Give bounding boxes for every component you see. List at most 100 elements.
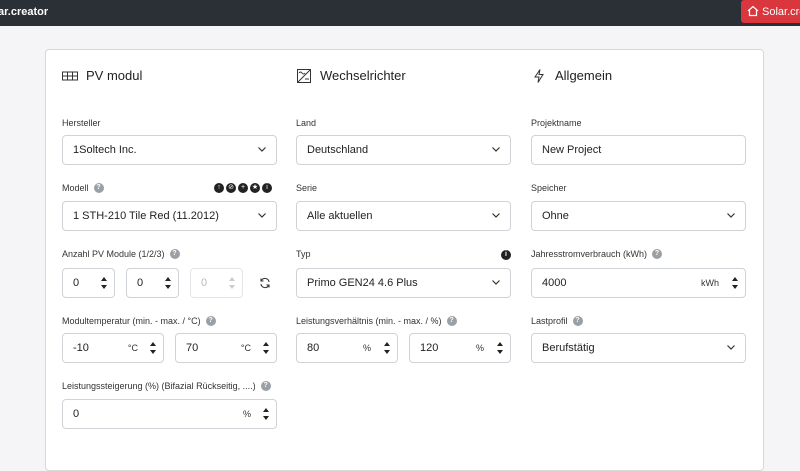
spinner-icon[interactable] (164, 274, 172, 292)
hersteller-label: Hersteller (62, 118, 101, 128)
info-icon[interactable]: i (262, 183, 272, 193)
chevron-down-icon (492, 147, 500, 152)
typ-select[interactable]: Primo GEN24 4.6 Plus (296, 268, 511, 298)
serie-label: Serie (296, 183, 318, 193)
anzahl-help-icon[interactable]: ? (169, 249, 180, 259)
chevron-down-icon (492, 280, 500, 285)
speicher-label: Speicher (531, 183, 567, 193)
hersteller-select[interactable]: 1Soltech Inc. (62, 135, 277, 165)
ratio-min-unit: % (362, 343, 371, 353)
spinner-icon[interactable] (262, 405, 270, 423)
spinner-icon[interactable] (383, 339, 391, 357)
spinner-icon[interactable] (149, 339, 157, 357)
lastprofil-label-text: Lastprofil (531, 316, 568, 326)
gain-value: 0 (73, 408, 80, 420)
section-title-pv-label: PV modul (86, 68, 143, 83)
ratio-label: Leistungsverhältnis (min. - max. / %) ? (296, 316, 457, 326)
projekt-value: New Project (542, 144, 602, 156)
ratio-max-value: 120 (420, 342, 439, 354)
land-label: Land (296, 118, 317, 128)
gain-unit: % (242, 409, 251, 419)
lastprofil-label: Lastprofil ? (531, 316, 583, 326)
modell-value: 1 STH-210 Tile Red (11.2012) (73, 210, 219, 222)
lastprofil-value: Berufstätig (542, 342, 595, 354)
brand-logo[interactable]: ar.creator (0, 6, 48, 18)
verbrauch-value: 4000 (542, 277, 567, 289)
chevron-down-icon (727, 345, 735, 350)
home-icon (747, 5, 759, 17)
chevron-down-icon (258, 213, 266, 218)
section-title-inverter-label: Wechselrichter (320, 68, 406, 83)
verbrauch-label: Jahresstromverbrauch (kWh) ? (531, 249, 663, 259)
spinner-icon[interactable] (262, 339, 270, 357)
spinner-icon (229, 277, 235, 289)
anzahl-label-text: Anzahl PV Module (1/2/3) (62, 249, 165, 259)
speicher-value: Ohne (542, 210, 569, 222)
add-icon[interactable]: + (238, 183, 248, 193)
upload-icon[interactable]: ↑ (214, 183, 224, 193)
verbrauch-input[interactable]: 4000 kWh (531, 268, 746, 298)
chevron-down-icon (727, 213, 735, 218)
temp-min-input[interactable]: -10 °C (62, 333, 164, 363)
section-title-general-label: Allgemein (555, 68, 613, 83)
chevron-down-icon (492, 213, 500, 218)
star-icon[interactable]: ★ (250, 183, 260, 193)
spinner-icon[interactable] (496, 339, 504, 357)
gain-help-icon[interactable]: ? (260, 381, 271, 391)
anzahl-input-3: 0 (190, 268, 243, 298)
temp-max-input[interactable]: 70 °C (175, 333, 277, 363)
ratio-label-text: Leistungsverhältnis (min. - max. / %) (296, 316, 442, 326)
modell-label: Modell ? (62, 183, 104, 193)
typ-value: Primo GEN24 4.6 Plus (307, 277, 418, 289)
land-select[interactable]: Deutschland (296, 135, 511, 165)
projekt-input[interactable]: New Project (531, 135, 746, 165)
serie-select[interactable]: Alle aktuellen (296, 201, 511, 231)
typ-info-icon[interactable]: i (501, 250, 511, 260)
gain-input[interactable]: 0 % (62, 399, 277, 429)
verbrauch-label-text: Jahresstromverbrauch (kWh) (531, 249, 648, 259)
temp-label-text: Modultemperatur (min. - max. / °C) (62, 316, 201, 326)
chevron-down-icon (258, 147, 266, 152)
home-button-label: Solar.crea (762, 6, 800, 18)
land-value: Deutschland (307, 144, 369, 156)
section-title-general: Allgemein (531, 68, 612, 83)
anzahl-value-1: 0 (73, 277, 80, 289)
anzahl-label: Anzahl PV Module (1/2/3) ? (62, 249, 180, 259)
temp-label: Modultemperatur (min. - max. / °C) ? (62, 316, 216, 326)
model-actions: ↑ ⊘ + ★ i (214, 183, 272, 193)
lightning-icon (534, 68, 544, 83)
block-icon[interactable]: ⊘ (226, 183, 236, 193)
typ-label: Typ (296, 249, 311, 259)
top-navbar: ar.creator Solar.crea (0, 0, 800, 26)
section-title-pv: PV modul (62, 68, 142, 83)
inverter-icon (297, 68, 311, 83)
ratio-help-icon[interactable]: ? (446, 316, 457, 326)
temp-min-value: -10 (73, 342, 89, 354)
gain-label-text: Leistungssteigerung (%) (Bifazial Rückse… (62, 381, 256, 391)
lastprofil-help-icon[interactable]: ? (572, 316, 583, 326)
spinner-icon[interactable] (100, 274, 108, 292)
anzahl-input-1[interactable]: 0 (62, 268, 115, 298)
anzahl-value-3: 0 (201, 277, 208, 289)
anzahl-input-2[interactable]: 0 (126, 268, 179, 298)
ratio-min-input[interactable]: 80 % (296, 333, 398, 363)
anzahl-value-2: 0 (137, 277, 144, 289)
modell-label-text: Modell (62, 183, 89, 193)
home-button[interactable]: Solar.crea (741, 0, 800, 23)
speicher-select[interactable]: Ohne (531, 201, 746, 231)
temp-min-unit: °C (127, 343, 138, 353)
modell-help-icon[interactable]: ? (93, 183, 104, 193)
spinner-icon[interactable] (731, 274, 739, 292)
verbrauch-help-icon[interactable]: ? (652, 249, 663, 259)
temp-max-value: 70 (186, 342, 199, 354)
hersteller-value: 1Soltech Inc. (73, 144, 137, 156)
lastprofil-select[interactable]: Berufstätig (531, 333, 746, 363)
refresh-icon[interactable] (259, 277, 271, 289)
projekt-label: Projektname (531, 118, 582, 128)
solar-panel-icon (62, 71, 78, 80)
ratio-min-value: 80 (307, 342, 320, 354)
modell-select[interactable]: 1 STH-210 Tile Red (11.2012) (62, 201, 277, 231)
gain-label: Leistungssteigerung (%) (Bifazial Rückse… (62, 381, 271, 391)
ratio-max-input[interactable]: 120 % (409, 333, 511, 363)
temp-help-icon[interactable]: ? (205, 316, 216, 326)
